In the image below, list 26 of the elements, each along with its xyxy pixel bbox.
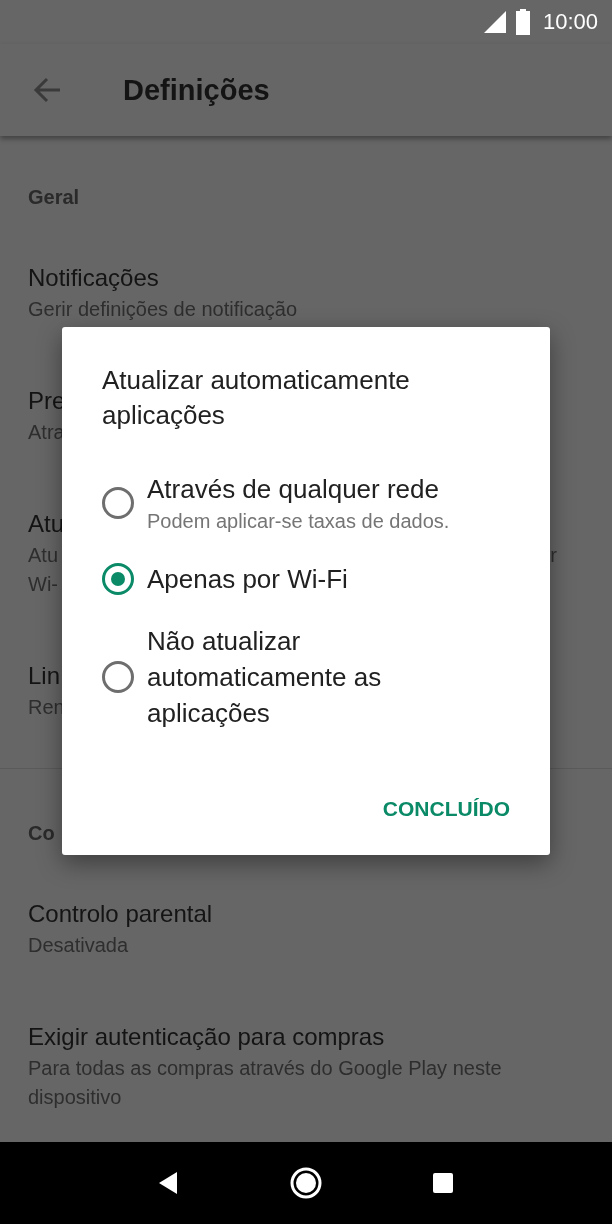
setting-description: Para todas as compras através do Google Play neste dispositivo [28, 1056, 503, 1110]
setting-title: Exigir autenticação para compras [28, 1022, 385, 1052]
setting-title: Controlo parental [28, 899, 213, 929]
option-label: Através de qualquer rede [147, 473, 439, 506]
radio-button[interactable] [102, 661, 134, 693]
setting-description: Desativada [28, 933, 129, 958]
screen-title: Definições [123, 73, 270, 107]
option-label: Apenas por Wi-Fi [147, 563, 348, 596]
home-icon[interactable] [288, 1165, 324, 1201]
setting-description: Atu [28, 543, 59, 568]
done-button[interactable]: CONCLUÍDO [382, 787, 510, 831]
setting-description: Gerir definições de notificação [28, 297, 298, 322]
setting-title: Atu [28, 509, 65, 539]
option-description: Podem aplicar-se taxas de dados. [147, 509, 450, 534]
dialog-title: Atualizar automaticamente aplicações [102, 364, 411, 432]
radio-button[interactable] [102, 487, 134, 519]
setting-title: Lin [28, 661, 61, 691]
option-label: Não atualizar automaticamente as aplicações [147, 625, 383, 730]
section-header: Geral [28, 186, 80, 208]
radio-button[interactable] [102, 563, 134, 595]
setting-description: Wi- [28, 572, 58, 597]
signal-icon [482, 10, 507, 34]
section-header: Co [28, 822, 55, 844]
setting-title: Notificações [28, 263, 159, 293]
battery-icon [514, 9, 531, 35]
clock: 10:00 [542, 9, 598, 35]
